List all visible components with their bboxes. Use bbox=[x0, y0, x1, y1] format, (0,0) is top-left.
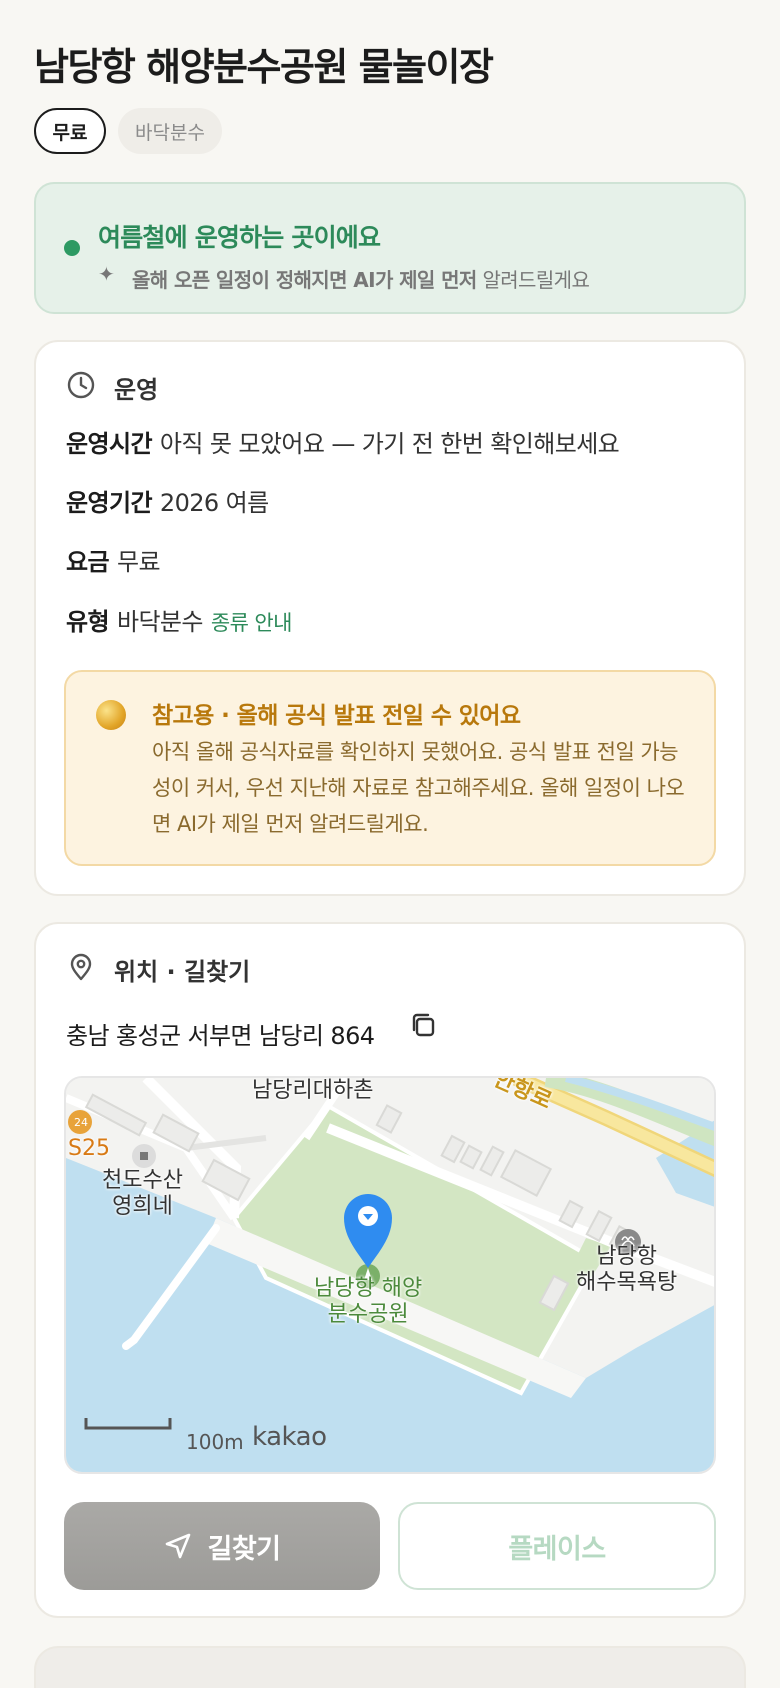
row-period-value: 2026 여름 bbox=[159, 489, 269, 517]
reference-warning: 참고용 · 올해 공식 발표 전일 수 있어요 아직 올해 공식자료를 확인하지… bbox=[64, 670, 716, 866]
row-hours-key: 운영시간 bbox=[66, 430, 153, 458]
place-detail-page: 남당항 해양분수공원 물놀이장 무료 바닥분수 여름철에 운영하는 곳이에요 ✦… bbox=[0, 0, 780, 1688]
type-guide-link[interactable]: 종류 안내 bbox=[211, 611, 293, 635]
row-type-value: 바닥분수 bbox=[116, 608, 204, 636]
operation-card: 운영 운영시간 아직 못 모았어요 — 가기 전 한번 확인해보세요 운영기간 20… bbox=[34, 340, 746, 896]
notice-subtitle: 올해 오픈 일정이 정해지면 AI가 제일 먼저 알려드릴게요 bbox=[132, 264, 590, 293]
map-label-bathhouse: 남당항 해수목욕탕 bbox=[576, 1244, 677, 1296]
row-fee-key: 요금 bbox=[66, 548, 110, 576]
notice-subtitle-rest: 알려드릴게요 bbox=[476, 268, 590, 292]
row-hours-value: 아직 못 모았어요 — 가기 전 한번 확인해보세요 bbox=[159, 430, 620, 458]
park-line-1: 남당항 해양 bbox=[314, 1276, 423, 1301]
park-line-2: 분수공원 bbox=[327, 1302, 409, 1327]
next-card bbox=[34, 1646, 746, 1688]
row-hours: 운영시간 아직 못 모았어요 — 가기 전 한번 확인해보세요 bbox=[66, 424, 620, 459]
places-button[interactable]: 플레이스 bbox=[398, 1502, 716, 1590]
row-period-key: 운영기간 bbox=[66, 489, 153, 517]
tag-free[interactable]: 무료 bbox=[34, 108, 106, 154]
navigation-arrow-icon bbox=[166, 1533, 191, 1559]
clock-icon bbox=[67, 371, 95, 399]
warning-title: 참고용 · 올해 공식 발표 전일 수 있어요 bbox=[152, 703, 521, 729]
restaurant-line-2: 영희네 bbox=[112, 1194, 173, 1219]
tag-type[interactable]: 바닥분수 bbox=[118, 108, 222, 154]
copy-icon[interactable] bbox=[408, 1010, 438, 1040]
notice-title: 여름철에 운영하는 곳이에요 bbox=[98, 223, 381, 252]
location-card: 위치 · 길찾기 충남 홍성군 서부면 남당리 864 남당리대하촌 안항로 2… bbox=[34, 922, 746, 1618]
directions-button[interactable]: 길찾기 bbox=[64, 1502, 380, 1590]
operation-section-title: 운영 bbox=[114, 376, 159, 404]
bath-line-1: 남당항 bbox=[596, 1244, 657, 1269]
places-button-label: 플레이스 bbox=[508, 1533, 606, 1565]
row-type: 유형 바닥분수 종류 안내 bbox=[66, 602, 292, 637]
map-label-park: 남당항 해양 분수공원 bbox=[314, 1276, 422, 1328]
status-dot bbox=[64, 240, 80, 256]
sparkle-icon: ✦ bbox=[98, 262, 115, 286]
row-type-key: 유형 bbox=[66, 608, 110, 636]
map-label-restaurant: 천도수산 영희네 bbox=[102, 1168, 183, 1220]
map-scale-label: 100m bbox=[186, 1430, 244, 1454]
directions-button-label: 길찾기 bbox=[207, 1533, 281, 1565]
bath-line-2: 해수목욕탕 bbox=[576, 1270, 678, 1295]
restaurant-line-1: 천도수산 bbox=[102, 1168, 183, 1193]
warning-orb-icon bbox=[96, 700, 126, 730]
location-section-title: 위치 · 길찾기 bbox=[114, 958, 251, 986]
map-pin-icon bbox=[70, 953, 92, 981]
map-provider-logo: kakao bbox=[252, 1422, 327, 1452]
map-label-village: 남당리대하촌 bbox=[252, 1078, 374, 1103]
location-map[interactable]: 남당리대하촌 안항로 24 S25 천도수산 영희네 남당항 해양 분수공원 남당항… bbox=[64, 1076, 716, 1474]
notice-subtitle-bold: 올해 오픈 일정이 정해지면 AI가 제일 먼저 bbox=[132, 268, 477, 292]
address-text: 충남 홍성군 서부면 남당리 864 bbox=[66, 1022, 375, 1050]
seasonal-notice: 여름철에 운영하는 곳이에요 ✦ 올해 오픈 일정이 정해지면 AI가 제일 먼… bbox=[34, 182, 746, 314]
page-title: 남당항 해양분수공원 물놀이장 bbox=[34, 45, 494, 89]
map-badge-24: 24 bbox=[74, 1116, 88, 1129]
warning-body: 아직 올해 공식자료를 확인하지 못했어요. 공식 발표 전일 가능성이 커서,… bbox=[152, 740, 685, 836]
row-fee-value: 무료 bbox=[116, 548, 161, 576]
row-fee: 요금 무료 bbox=[66, 542, 161, 577]
map-label-station: S25 bbox=[68, 1136, 110, 1161]
row-period: 운영기간 2026 여름 bbox=[66, 483, 269, 518]
